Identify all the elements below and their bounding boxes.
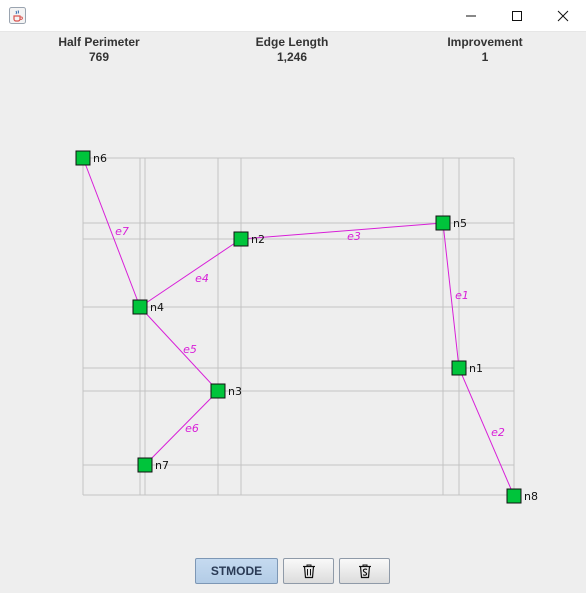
- node-label-n4: n4: [150, 301, 164, 314]
- edge-e3[interactable]: [240, 222, 444, 240]
- edge-e2[interactable]: [458, 367, 515, 497]
- node-n8[interactable]: [506, 488, 522, 504]
- grid: [82, 157, 515, 496]
- stmode-button[interactable]: STMODE: [195, 558, 278, 584]
- edges: e1 e2 e3 e4 e5 e6 e7: [82, 157, 515, 497]
- edge-label-e1: e1: [455, 289, 469, 302]
- node-label-n5: n5: [453, 217, 467, 230]
- node-n7[interactable]: [137, 457, 153, 473]
- node-label-n8: n8: [524, 490, 538, 503]
- edge-label-e6: e6: [185, 422, 199, 435]
- trash-icon: [302, 564, 315, 579]
- edge-e7[interactable]: [82, 157, 141, 308]
- node-n1[interactable]: [451, 360, 467, 376]
- edge-e6[interactable]: [144, 390, 219, 466]
- delete-button[interactable]: [283, 558, 334, 584]
- edge-label-e4: e4: [195, 272, 209, 285]
- node-n6[interactable]: [75, 150, 91, 166]
- node-label-n6: n6: [93, 152, 107, 165]
- edge-label-e2: e2: [491, 426, 505, 439]
- node-label-n3: n3: [228, 385, 242, 398]
- node-label-n1: n1: [469, 362, 483, 375]
- trash-with-s-icon: [358, 564, 371, 579]
- graph-canvas[interactable]: e1 e2 e3 e4 e5 e6 e7 n1 n2 n3 n4 n5 n6 n7 n8: [0, 0, 586, 545]
- node-n4[interactable]: [132, 299, 148, 315]
- node-label-n2: n2: [251, 233, 265, 246]
- node-label-n7: n7: [155, 459, 169, 472]
- edge-label-e7: e7: [115, 225, 129, 238]
- node-n3[interactable]: [210, 383, 226, 399]
- edge-label-e5: e5: [183, 343, 197, 356]
- clear-button[interactable]: [339, 558, 390, 584]
- node-n2[interactable]: [233, 231, 249, 247]
- edge-e5[interactable]: [139, 306, 219, 392]
- node-n5[interactable]: [435, 215, 451, 231]
- edge-label-e3: e3: [347, 230, 361, 243]
- edge-e4[interactable]: [139, 238, 242, 308]
